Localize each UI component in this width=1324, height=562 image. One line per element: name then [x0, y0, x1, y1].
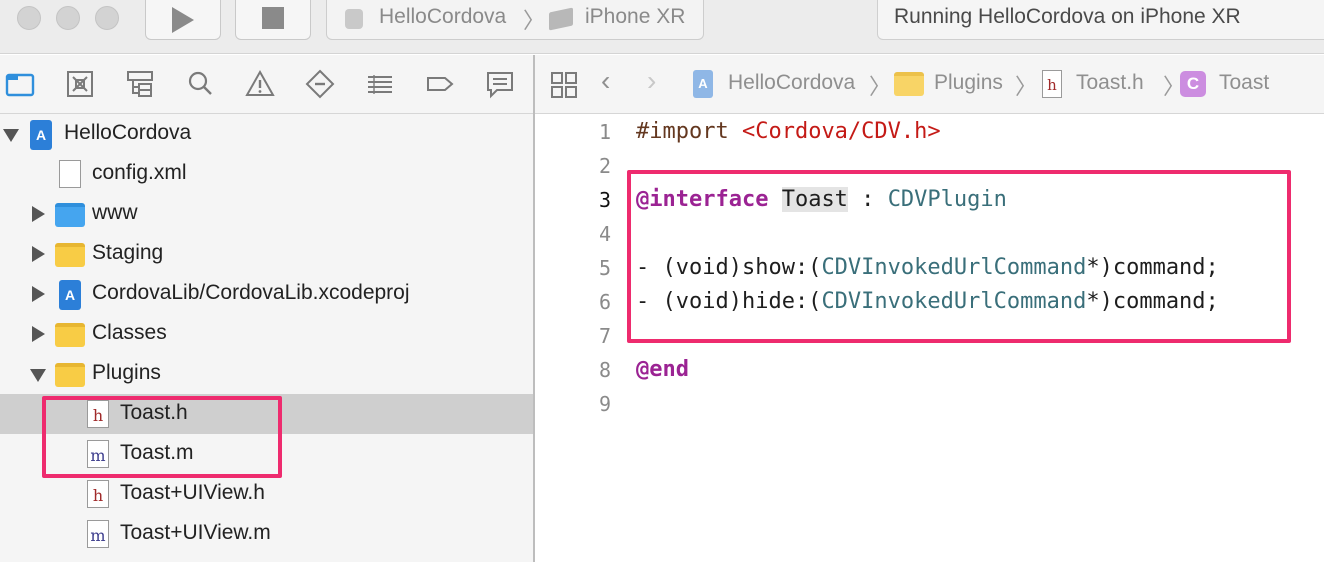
toolbar: HelloCordova 〉 iPhone XR Running HelloCo… [0, 0, 1324, 54]
tree-row-toast-uiview-h[interactable]: h Toast+UIView.h [0, 474, 533, 514]
tree-label: Plugins [92, 361, 161, 384]
related-items-icon[interactable] [551, 72, 577, 98]
scheme-device-name[interactable]: iPhone XR [585, 5, 685, 29]
breadcrumb-project[interactable]: HelloCordova [728, 71, 855, 95]
back-button[interactable]: ‹ [601, 65, 610, 97]
zoom-window-button[interactable] [95, 6, 119, 30]
line-number: 7 [598, 324, 611, 348]
folder-icon[interactable] [5, 69, 35, 99]
device-icon [549, 7, 573, 31]
tree-row-plugins[interactable]: Plugins [0, 354, 533, 394]
play-icon [172, 7, 194, 33]
folder-icon [55, 243, 85, 267]
implementation-file-icon: m [87, 520, 109, 548]
blue-folder-icon [55, 203, 85, 227]
tree-label: CordovaLib/CordovaLib.xcodeproj [92, 281, 410, 304]
debug-list-icon[interactable] [365, 69, 395, 99]
breadcrumb-separator: 〉 [869, 74, 892, 99]
app-icon [345, 9, 363, 29]
hierarchy-icon[interactable] [125, 69, 155, 99]
disclosure-closed-icon[interactable] [32, 246, 45, 262]
tree-label: Staging [92, 241, 164, 264]
project-icon: A [30, 120, 52, 150]
navigator-tab-bar [0, 55, 533, 114]
folder-icon [55, 323, 85, 347]
project-icon: A [59, 280, 81, 310]
header-file-icon: h [87, 480, 109, 508]
file-icon [59, 160, 81, 188]
breadcrumb-file[interactable]: Toast.h [1076, 71, 1144, 95]
annotation-highlight-files [42, 396, 282, 478]
jump-bar: ‹ › A HelloCordova 〉 Plugins 〉 h Toast.h… [535, 55, 1324, 114]
code-token: @end [636, 357, 689, 382]
class-icon: C [1180, 71, 1206, 97]
run-button[interactable] [145, 0, 221, 40]
line-number: 8 [598, 358, 611, 382]
stop-button[interactable] [235, 0, 311, 40]
code-line: 8 @end [535, 354, 1324, 388]
project-navigator-pane: A HelloCordova config.xml www Staging A … [0, 55, 533, 562]
breadcrumb-separator: 〉 [1015, 74, 1038, 99]
tree-row-classes[interactable]: Classes [0, 314, 533, 354]
disclosure-closed-icon[interactable] [32, 286, 45, 302]
code-line: 1 #import <Cordova/CDV.h> [535, 116, 1324, 150]
warning-icon[interactable] [245, 69, 275, 99]
status-text: Running HelloCordova on iPhone XR [894, 5, 1241, 28]
forward-button[interactable]: › [647, 65, 656, 97]
line-number: 6 [598, 290, 611, 314]
search-icon[interactable] [185, 69, 215, 99]
close-window-button[interactable] [17, 6, 41, 30]
code-text: #import <Cordova/CDV.h> [636, 119, 941, 144]
line-number: 4 [598, 222, 611, 246]
line-number: 2 [598, 154, 611, 178]
tree-label: HelloCordova [64, 121, 192, 144]
minimize-window-button[interactable] [56, 6, 80, 30]
disclosure-closed-icon[interactable] [32, 206, 45, 222]
header-file-icon: h [1042, 70, 1062, 98]
line-number: 9 [598, 392, 611, 416]
breadcrumb-group[interactable]: Plugins [934, 71, 1003, 95]
tree-row-config-xml[interactable]: config.xml [0, 154, 533, 194]
breadcrumb-symbol[interactable]: Toast [1219, 71, 1269, 95]
tree-row-cordovalib[interactable]: A CordovaLib/CordovaLib.xcodeproj [0, 274, 533, 314]
folder-icon [55, 363, 85, 387]
folder-icon [894, 72, 924, 96]
source-control-icon[interactable] [65, 69, 95, 99]
code-token: #import [636, 119, 729, 144]
test-diamond-icon[interactable] [305, 69, 335, 99]
scheme-app-name[interactable]: HelloCordova [379, 5, 506, 29]
tree-label: Toast+UIView.m [120, 521, 271, 544]
report-icon[interactable] [485, 69, 515, 99]
disclosure-open-icon[interactable] [30, 369, 46, 382]
tree-label: Toast+UIView.h [120, 481, 265, 504]
tree-label: config.xml [92, 161, 187, 184]
stop-icon [262, 7, 284, 29]
tree-row-hellocordova[interactable]: A HelloCordova [0, 114, 533, 154]
scheme-separator: 〉 [523, 8, 546, 33]
breakpoint-icon[interactable] [425, 69, 455, 99]
line-number: 3 [598, 188, 611, 212]
tree-row-staging[interactable]: Staging [0, 234, 533, 274]
code-text: @end [636, 357, 689, 382]
line-number: 1 [598, 120, 611, 144]
disclosure-open-icon[interactable] [3, 129, 19, 142]
line-number: 5 [598, 256, 611, 280]
tree-row-www[interactable]: www [0, 194, 533, 234]
disclosure-closed-icon[interactable] [32, 326, 45, 342]
code-token: <Cordova/CDV.h> [741, 119, 941, 144]
scheme-selector[interactable]: HelloCordova 〉 iPhone XR [326, 0, 704, 40]
activity-status: Running HelloCordova on iPhone XR [877, 0, 1324, 40]
code-line: 9 [535, 388, 1324, 422]
annotation-highlight-interface [627, 170, 1291, 343]
tree-row-toast-uiview-m[interactable]: m Toast+UIView.m [0, 514, 533, 554]
project-icon: A [693, 70, 713, 98]
tree-label: www [92, 201, 138, 224]
tree-label: Classes [92, 321, 167, 344]
